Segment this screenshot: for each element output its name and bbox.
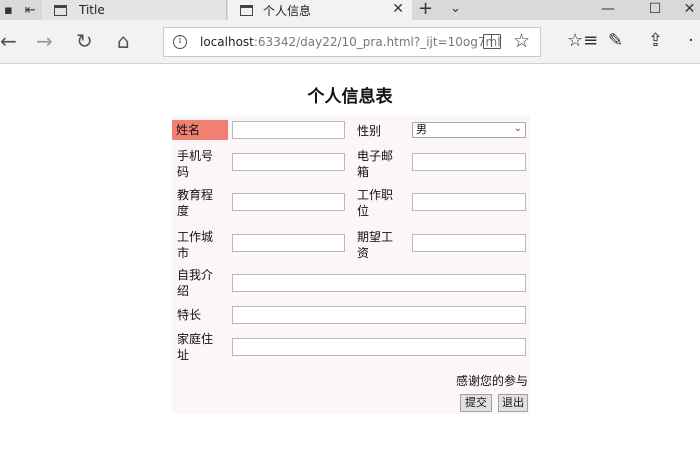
address-url[interactable]: localhost:63342/day22/10_pra.html?_ijt=1… — [200, 35, 502, 49]
position-input[interactable] — [412, 193, 526, 211]
url-path: :63342/day22/10_pra.html?_ijt=10og7ml7qf — [253, 35, 502, 49]
education-input[interactable] — [232, 193, 345, 211]
intro-input[interactable] — [232, 274, 526, 292]
page-title: 个人信息表 — [307, 87, 393, 107]
phone-input[interactable] — [232, 153, 345, 171]
exit-button[interactable]: 退出 — [498, 394, 528, 412]
city-label: 工作城市 — [177, 230, 214, 260]
tab-title[interactable]: Title — [42, 0, 227, 20]
tab-label: 个人信息 — [263, 3, 312, 18]
salary-label: 期望工资 — [357, 230, 394, 260]
close-tab-icon[interactable]: ✕ — [392, 1, 404, 17]
more-icon[interactable]: · — [688, 30, 694, 52]
refresh-icon[interactable]: ↻ — [76, 30, 93, 52]
address-input[interactable] — [232, 338, 526, 356]
browser-toolbar: ← → ↻ ⌂ i localhost:63342/day22/10_pra.h… — [0, 20, 700, 64]
tab-strip: ▪ ⇤ Title 个人信息 ✕ + ⌄ — ☐ ✕ — [0, 0, 700, 20]
gender-label: 性别 — [357, 124, 382, 138]
set-aside-tabs-icon[interactable]: ⇤ — [25, 3, 36, 18]
back-tab-icon[interactable]: ▪ — [4, 3, 13, 18]
minimize-icon[interactable]: — — [585, 0, 631, 20]
tab-actions[interactable]: ▪ ⇤ — [0, 0, 40, 20]
reading-view-icon[interactable] — [483, 34, 501, 49]
tab-label: Title — [79, 3, 105, 17]
address-bar[interactable]: i localhost:63342/day22/10_pra.html?_ijt… — [163, 27, 541, 57]
page-icon — [54, 4, 67, 16]
page-icon — [240, 4, 253, 16]
pen-icon[interactable]: ✎ — [608, 30, 623, 52]
info-icon[interactable]: i — [173, 35, 187, 49]
favorites-hub-icon[interactable]: ☆≡ — [567, 30, 598, 52]
salary-input[interactable] — [412, 234, 526, 252]
gender-select[interactable]: 男 ⌄ — [412, 122, 526, 138]
new-tab-icon[interactable]: + — [418, 0, 433, 19]
back-arrow-icon[interactable]: ← — [0, 30, 17, 52]
url-host: localhost — [200, 35, 254, 49]
personal-info-form: 姓名 性别 男 ⌄ 手机号码 电子邮箱 教育程度 工作职位 工作城市 期望工资 … — [172, 116, 530, 414]
close-window-icon[interactable]: ✕ — [679, 0, 700, 20]
thanks-text: 感谢您的参与 — [455, 374, 528, 388]
name-label: 姓名 — [172, 120, 228, 140]
home-icon[interactable]: ⌂ — [117, 30, 130, 52]
intro-label: 自我介绍 — [177, 268, 214, 298]
chevron-down-icon: ⌄ — [513, 123, 522, 134]
favorite-star-icon[interactable]: ☆ — [513, 30, 530, 52]
forward-arrow-icon[interactable]: → — [36, 30, 53, 52]
gender-value: 男 — [416, 123, 427, 136]
name-input[interactable] — [232, 121, 345, 139]
submit-button[interactable]: 提交 — [460, 394, 492, 412]
share-icon[interactable]: ⇪ — [648, 30, 663, 52]
maximize-icon[interactable]: ☐ — [632, 0, 678, 20]
city-input[interactable] — [232, 234, 345, 252]
tab-personal-info[interactable]: 个人信息 ✕ — [228, 0, 412, 20]
skills-label: 特长 — [177, 308, 202, 322]
chevron-down-icon[interactable]: ⌄ — [450, 1, 461, 16]
skills-input[interactable] — [232, 306, 526, 324]
address-label: 家庭住址 — [177, 332, 214, 362]
email-input[interactable] — [412, 153, 526, 171]
email-label: 电子邮箱 — [357, 149, 394, 179]
phone-label: 手机号码 — [177, 149, 214, 179]
position-label: 工作职位 — [357, 188, 394, 218]
education-label: 教育程度 — [177, 188, 214, 218]
